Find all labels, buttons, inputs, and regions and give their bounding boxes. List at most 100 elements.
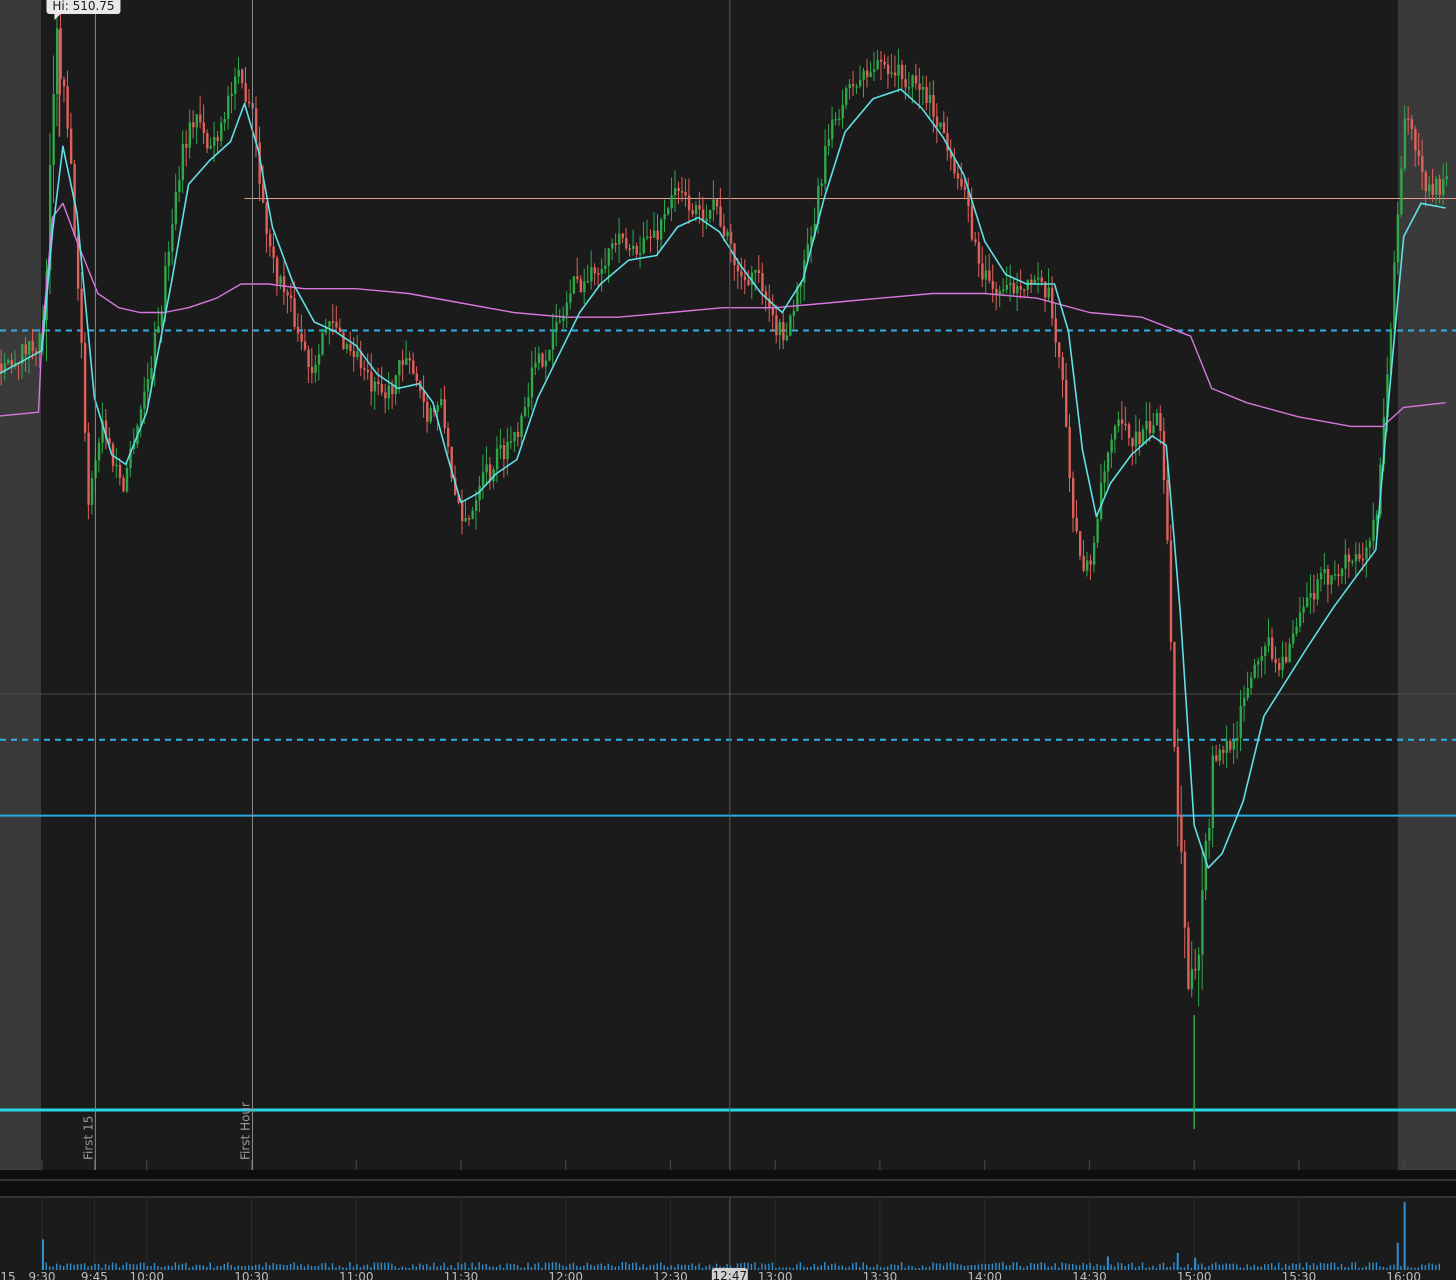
candle-body (143, 391, 146, 409)
volume-bar (1009, 1265, 1011, 1270)
candle-body (408, 358, 412, 361)
candle-body (1264, 646, 1267, 657)
volume-bar (408, 1267, 411, 1270)
volume-bar (1243, 1267, 1245, 1270)
candle-body (373, 381, 377, 392)
volume-bar (862, 1262, 864, 1270)
volume-bar (1040, 1262, 1042, 1270)
candle-body (52, 93, 55, 165)
volume-bar (810, 1266, 812, 1270)
candle-body (307, 349, 310, 367)
candle-body (548, 349, 551, 361)
candle-body (1002, 289, 1005, 292)
candle-body (171, 224, 174, 252)
volume-bar (331, 1263, 334, 1270)
candle-body (1208, 828, 1211, 841)
volume-bar (1194, 1257, 1197, 1270)
candle-body (1250, 677, 1253, 689)
volume-bar (1438, 1263, 1440, 1270)
volume-bar (401, 1266, 404, 1270)
candle-body (719, 206, 722, 227)
volume-bar (838, 1265, 840, 1270)
candle-body (282, 276, 286, 292)
candle-body (845, 88, 848, 105)
volume-bar (185, 1262, 187, 1270)
volume-bar (1396, 1242, 1399, 1270)
intraday-price-chart[interactable]: First 15 First Hour 15 9:30 9:45 10:00 10:30 1… (0, 0, 1456, 1280)
candle-body (1113, 426, 1117, 440)
volume-bar (792, 1267, 795, 1270)
candle-body (66, 86, 69, 129)
volume-bar (167, 1265, 170, 1270)
candle-body (820, 183, 824, 186)
volume-bar (600, 1263, 603, 1270)
candle-body (1222, 749, 1225, 753)
candle-body (541, 353, 544, 367)
volume-bar (1047, 1266, 1049, 1270)
candle-body (1190, 968, 1194, 989)
volume-bar (485, 1263, 487, 1270)
volume-bar (597, 1264, 599, 1270)
candle-body (684, 191, 687, 196)
volume-bar (440, 1265, 442, 1270)
volume-bar (827, 1265, 829, 1270)
candle-body (300, 333, 303, 342)
x-tick-label: 10:00 (129, 1270, 164, 1280)
volume-bar (1065, 1263, 1067, 1270)
candle-body (1319, 572, 1323, 580)
candle-body (28, 341, 31, 355)
candle-body (1243, 697, 1246, 707)
candle-body (1365, 547, 1368, 560)
candle-body (237, 69, 240, 77)
candle-body (659, 219, 663, 240)
candle-body (1117, 419, 1120, 427)
volume-bar (544, 1262, 547, 1270)
candle-body (1065, 379, 1068, 427)
volume-bar (803, 1266, 805, 1270)
x-tick-label: 15:30 (1282, 1270, 1317, 1280)
candle-body (1236, 737, 1239, 741)
panel-separator[interactable] (0, 1170, 1456, 1198)
volume-bar (963, 1265, 966, 1270)
candle-body (586, 281, 590, 283)
candle-body (600, 269, 604, 274)
candle-body (206, 133, 209, 149)
volume-bar (628, 1264, 630, 1270)
candle-body (970, 206, 974, 240)
x-tick-label: 11:00 (339, 1270, 374, 1280)
volume-bar (125, 1262, 128, 1270)
candle-body (1148, 421, 1152, 434)
candle-body (164, 265, 167, 312)
candle-body (426, 402, 429, 422)
volume-bar (1211, 1263, 1214, 1270)
candle-body (1005, 284, 1009, 290)
volume-bar (42, 1239, 44, 1270)
volume-bar (118, 1267, 121, 1270)
volume-bar (1277, 1262, 1280, 1270)
volume-bar (761, 1263, 763, 1270)
candle-body (1058, 342, 1061, 358)
candle-body (115, 464, 118, 467)
candle-body (736, 265, 740, 272)
volume-bar (69, 1263, 72, 1270)
volume-bar (1051, 1266, 1053, 1270)
candle-body (876, 59, 879, 70)
candle-body (209, 145, 212, 149)
candle-body (785, 335, 789, 341)
candle-body (687, 195, 691, 211)
candle-body (555, 322, 558, 333)
candle-body (775, 315, 778, 336)
volume-bar (1120, 1263, 1123, 1270)
volume-bar (1347, 1267, 1350, 1270)
candle-body (272, 246, 275, 258)
volume-bar (1424, 1265, 1427, 1270)
volume-bar (1351, 1262, 1353, 1270)
candle-body (1351, 561, 1354, 563)
candle-body (303, 341, 307, 350)
candle-body (377, 381, 380, 385)
volume-bar (960, 1264, 962, 1270)
candle-body (893, 72, 897, 76)
volume-bar (1117, 1262, 1119, 1270)
volume-bar (422, 1265, 424, 1270)
candle-body (1281, 656, 1284, 670)
